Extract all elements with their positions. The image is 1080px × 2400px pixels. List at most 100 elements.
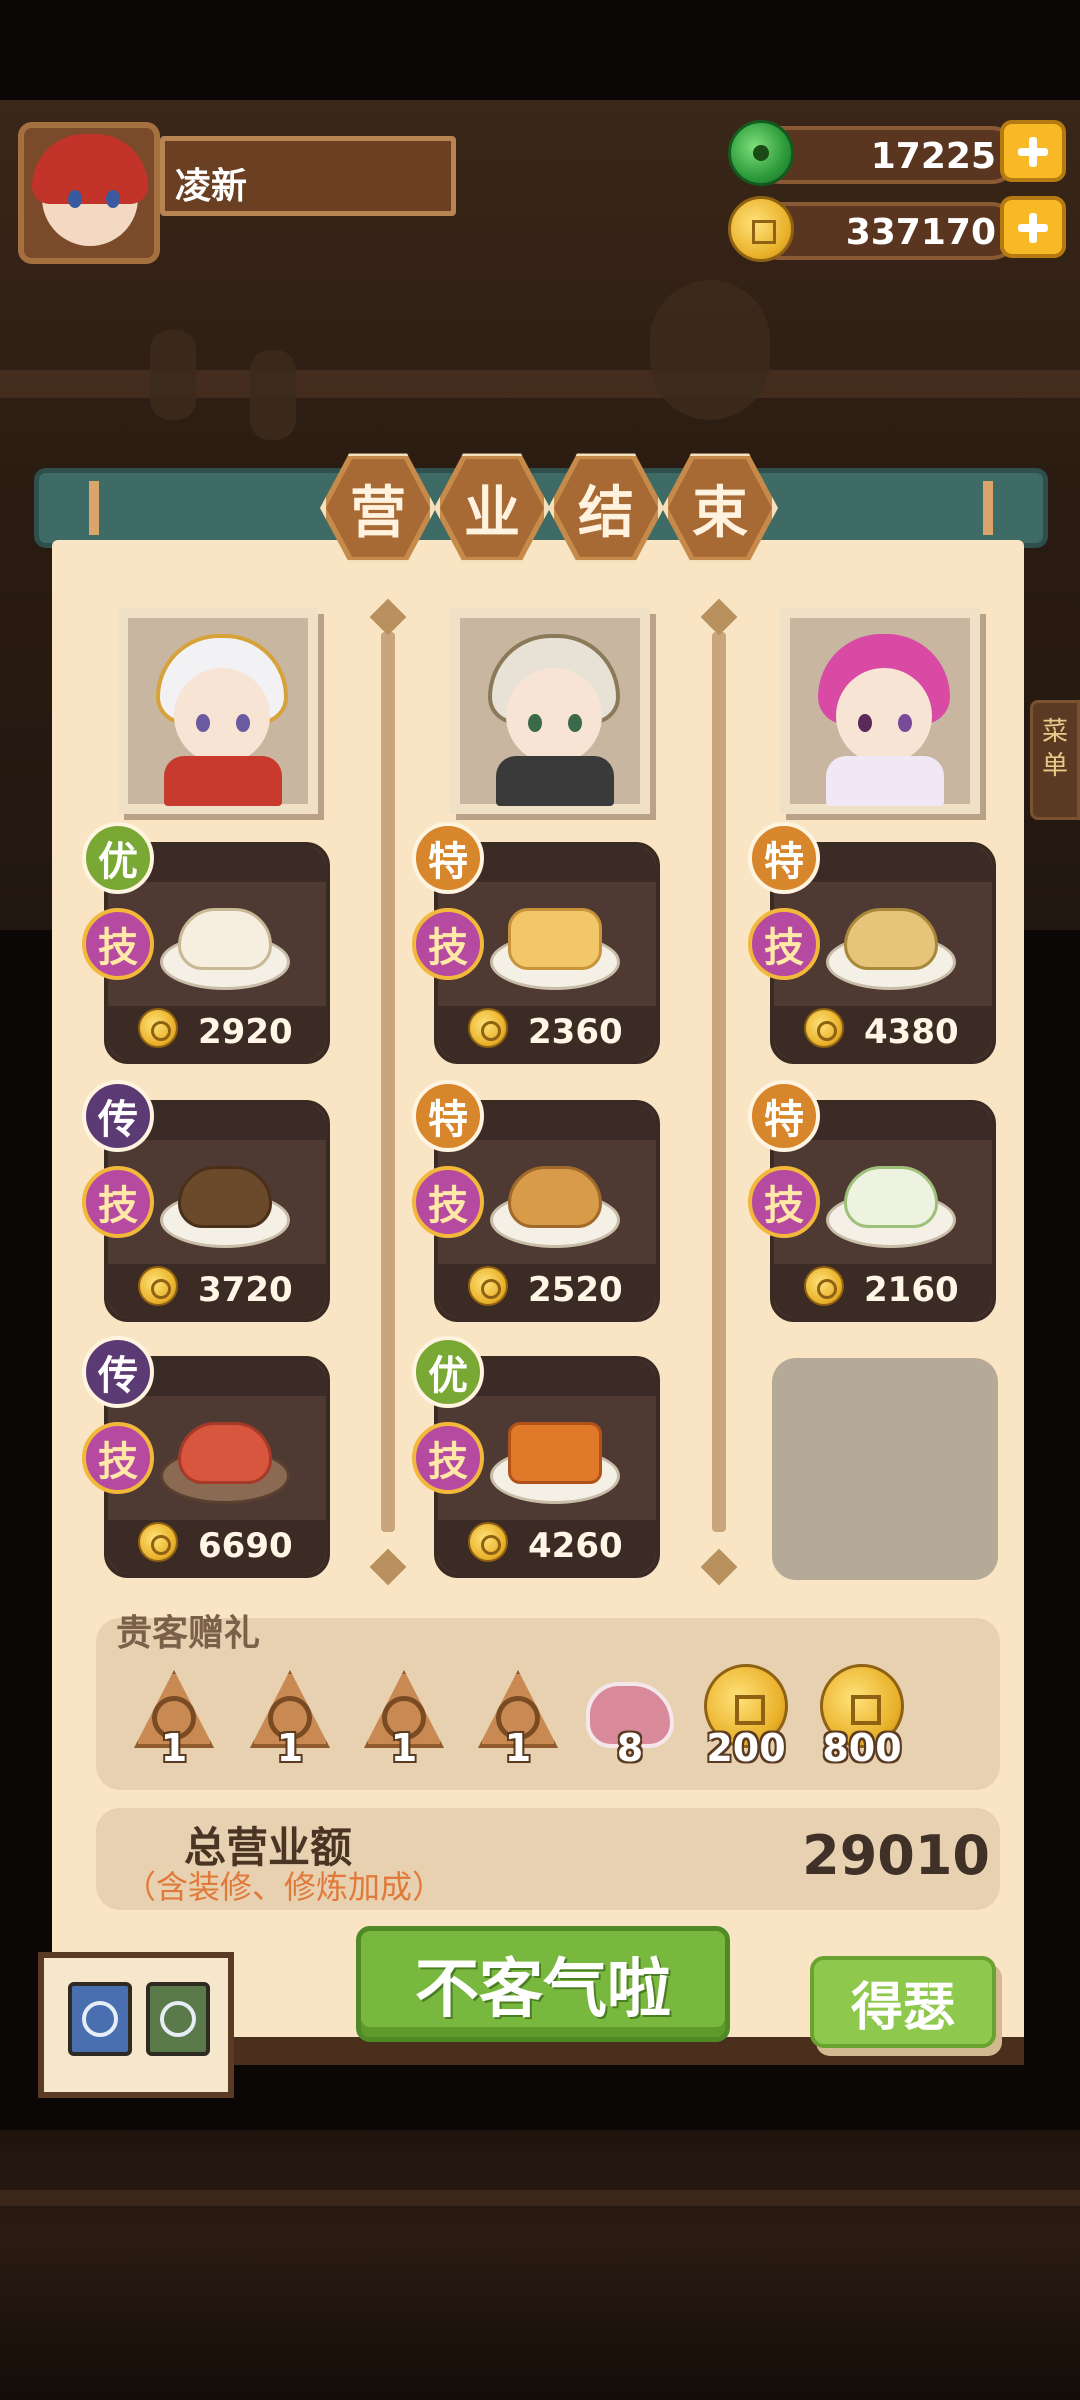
title-hex: 结 [548, 453, 664, 563]
coin-icon [138, 1522, 178, 1562]
skill-label: 技 [428, 925, 468, 971]
noodles-icon [178, 1166, 272, 1228]
title-char: 结 [578, 480, 634, 546]
soup-icon [844, 1166, 938, 1228]
total-revenue-note: （含装修、修炼加成） [124, 1868, 445, 1906]
menu-side-tab-label: 菜单 [1041, 717, 1068, 781]
skill-badge: 技 [412, 1422, 484, 1494]
dish-image [490, 1408, 620, 1508]
price-row: 2160 [774, 1264, 992, 1318]
panel-title: 营 业 结 束 [320, 450, 790, 580]
grade-label: 优 [428, 1353, 468, 1399]
player-avatar[interactable] [18, 122, 160, 264]
column-divider [700, 598, 738, 1586]
price-row: 3720 [108, 1264, 326, 1318]
dish-price: 3720 [198, 1270, 293, 1310]
chef-portrait[interactable] [780, 608, 980, 814]
skill-label: 技 [428, 1439, 468, 1485]
avatar-eye [68, 190, 82, 208]
dish-price: 2520 [528, 1270, 623, 1310]
chef-portrait[interactable] [450, 608, 650, 814]
skill-badge: 技 [412, 908, 484, 980]
price-row: 2520 [438, 1264, 656, 1318]
coin-icon [468, 1266, 508, 1306]
chef-face [836, 668, 932, 764]
dish-image [160, 1408, 290, 1508]
title-hex: 营 [320, 453, 436, 563]
dish-image [826, 894, 956, 994]
skill-label: 技 [98, 1439, 138, 1485]
grade-badge: 优 [82, 822, 154, 894]
skill-label: 技 [98, 1183, 138, 1229]
title-char: 束 [692, 480, 748, 546]
game-screen: 菜单 凌新 17225 337170 营 业 结 束 2920 3720 669… [0, 0, 1080, 2400]
grade-badge: 传 [82, 1336, 154, 1408]
add-coins-button[interactable] [1000, 196, 1066, 258]
background-lantern [150, 330, 196, 420]
dish-price: 2360 [528, 1012, 623, 1052]
skill-badge: 技 [82, 1166, 154, 1238]
menu-side-tab[interactable]: 菜单 [1030, 700, 1080, 820]
show-off-button[interactable]: 得瑟 [810, 1956, 996, 2048]
grade-label: 特 [428, 1097, 468, 1143]
coin-icon [138, 1266, 178, 1306]
blue-scroll-icon[interactable] [68, 1982, 132, 2056]
add-jade-button[interactable] [1000, 120, 1066, 182]
gift-item[interactable]: 8 [580, 1662, 680, 1772]
gift-item[interactable]: 1 [240, 1662, 340, 1772]
player-name-plate: 凌新 [160, 136, 456, 216]
grade-badge: 优 [412, 1336, 484, 1408]
skill-badge: 技 [412, 1166, 484, 1238]
guest-gifts-title: 贵客赠礼 [116, 1613, 261, 1654]
dish-price: 2160 [864, 1270, 959, 1310]
skill-label: 技 [428, 1183, 468, 1229]
grade-label: 特 [764, 1097, 804, 1143]
floor-background [0, 2130, 1080, 2400]
grade-badge: 特 [748, 1080, 820, 1152]
confirm-button[interactable]: 不客气啦 [356, 1926, 730, 2042]
player-name: 凌新 [175, 166, 248, 207]
dish-price: 6690 [198, 1526, 293, 1566]
stew-icon [178, 1422, 272, 1484]
grade-badge: 传 [82, 1080, 154, 1152]
title-bar-post [983, 481, 993, 535]
green-scroll-icon[interactable] [146, 1982, 210, 2056]
bottom-left-widget [38, 1952, 234, 2098]
chef-body [164, 756, 282, 806]
grade-label: 优 [98, 839, 138, 885]
gift-item[interactable]: 1 [124, 1662, 224, 1772]
dish-image [490, 1152, 620, 1252]
gift-item[interactable]: 800 [812, 1662, 912, 1772]
dish-price: 4260 [528, 1526, 623, 1566]
gift-count: 1 [160, 1726, 188, 1770]
title-hex: 业 [434, 453, 550, 563]
chef-eye [898, 714, 912, 732]
dish-price: 2920 [198, 1012, 293, 1052]
dish-image [490, 894, 620, 994]
grade-label: 特 [428, 839, 468, 885]
tofu-icon [508, 1422, 602, 1484]
gift-item[interactable]: 1 [468, 1662, 568, 1772]
gift-count: 800 [822, 1726, 902, 1770]
title-hex: 束 [662, 453, 778, 563]
chef-portrait[interactable] [118, 608, 318, 814]
dumplings-icon [178, 908, 272, 970]
confirm-button-label: 不客气啦 [415, 1953, 671, 2027]
avatar-hair [32, 134, 148, 204]
dish-image [826, 1152, 956, 1252]
gift-count: 1 [390, 1726, 418, 1770]
chef-eye [236, 714, 250, 732]
gift-count: 1 [276, 1726, 304, 1770]
column-divider [369, 598, 407, 1586]
gift-item[interactable]: 1 [354, 1662, 454, 1772]
coin-icon [728, 196, 794, 262]
fried-dish-icon [508, 1166, 602, 1228]
gift-item[interactable]: 200 [696, 1662, 796, 1772]
skill-label: 技 [764, 1183, 804, 1229]
chef-eye [568, 714, 582, 732]
chef-eye [528, 714, 542, 732]
gift-count: 1 [504, 1726, 532, 1770]
coin-icon [468, 1008, 508, 1048]
chef-body [496, 756, 614, 806]
chef-body [826, 756, 944, 806]
